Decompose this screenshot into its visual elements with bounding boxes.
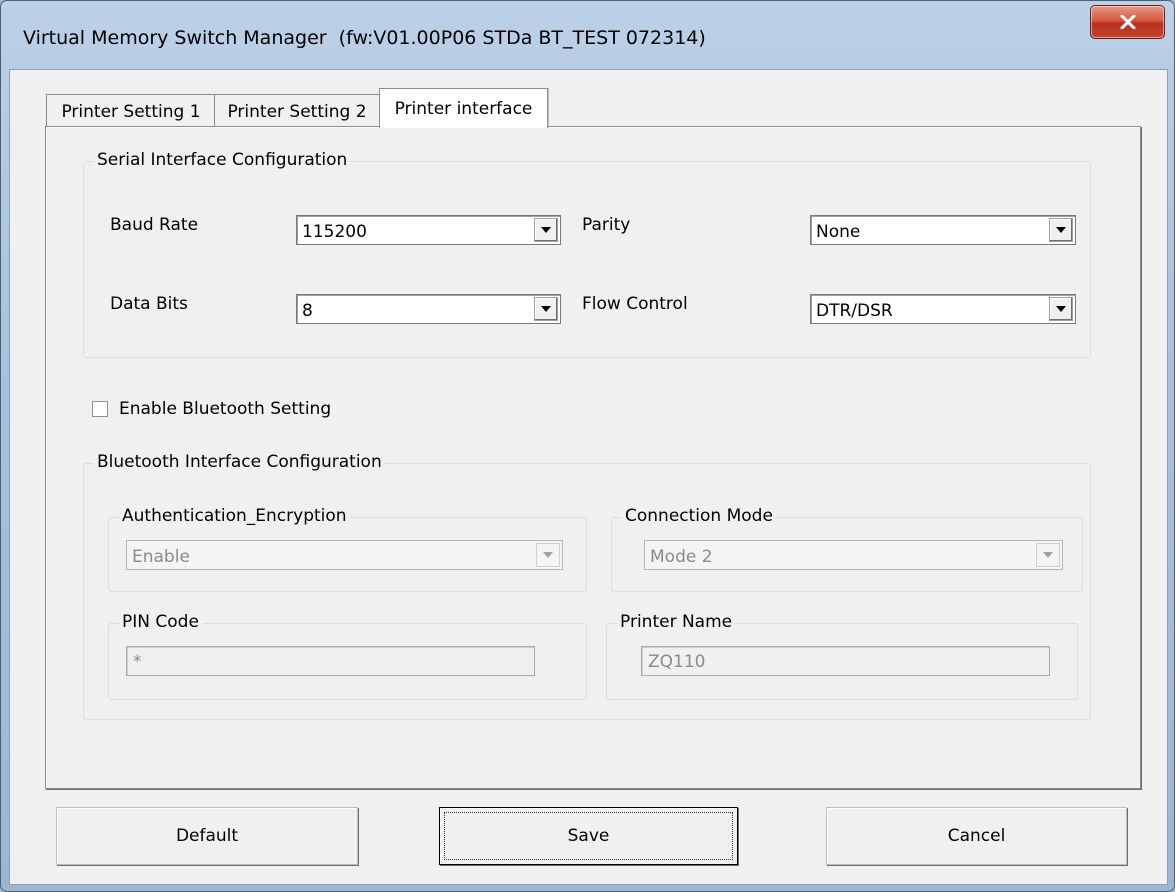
chevron-down-icon [1056, 227, 1066, 233]
chevron-down-icon [1043, 552, 1053, 558]
enable-bluetooth-checkbox-row[interactable]: Enable Bluetooth Setting [92, 399, 331, 419]
serial-interface-group: Serial Interface Configuration Baud Rate… [83, 150, 1091, 358]
cancel-button[interactable]: Cancel [826, 807, 1127, 865]
tab-printer-interface[interactable]: Printer interface [379, 88, 548, 128]
flow-control-dropdown-button[interactable] [1049, 297, 1073, 321]
focus-ring [444, 812, 733, 860]
data-bits-dropdown-button[interactable] [534, 297, 558, 321]
auth-encryption-group: Authentication_Encryption Enable [108, 506, 587, 592]
data-bits-select[interactable]: 8 [296, 294, 561, 324]
printer-name-input[interactable]: ZQ110 [641, 646, 1050, 676]
connection-mode-select[interactable]: Mode 2 [644, 540, 1063, 570]
printer-interface-panel: Serial Interface Configuration Baud Rate… [45, 126, 1141, 789]
bluetooth-interface-group: Bluetooth Interface Configuration Authen… [83, 452, 1091, 720]
baud-rate-dropdown-button[interactable] [534, 218, 558, 242]
pin-code-value: * [133, 652, 142, 672]
printer-name-label: Printer Name [617, 612, 736, 632]
default-button-label: Default [175, 826, 239, 846]
flow-control-select[interactable]: DTR/DSR [810, 294, 1076, 324]
tab-printer-setting-2[interactable]: Printer Setting 2 [214, 94, 380, 128]
parity-label: Parity [582, 215, 631, 235]
parity-value: None [816, 222, 861, 242]
chevron-down-icon [1056, 306, 1066, 312]
tab-label: Printer interface [394, 98, 533, 119]
parity-select[interactable]: None [810, 215, 1076, 245]
connection-mode-value: Mode 2 [650, 547, 713, 567]
chevron-down-icon [541, 306, 551, 312]
pin-code-label: PIN Code [119, 612, 202, 632]
printer-name-value: ZQ110 [648, 652, 706, 672]
enable-bluetooth-checkbox[interactable] [92, 401, 108, 417]
firmware-version: (fw:V01.00P06 STDa BT_TEST 072314) [338, 27, 706, 49]
data-bits-label: Data Bits [110, 294, 188, 314]
close-icon [1120, 15, 1135, 29]
connection-mode-group: Connection Mode Mode 2 [611, 506, 1083, 592]
title-bar[interactable]: Virtual Memory Switch Manager (fw:V01.00… [1, 1, 1174, 69]
data-bits-value: 8 [302, 301, 313, 321]
baud-rate-label: Baud Rate [110, 215, 199, 235]
chevron-down-icon [541, 227, 551, 233]
dialog-client-area: Printer Setting 1 Printer Setting 2 Prin… [9, 69, 1168, 885]
pin-code-input[interactable]: * [126, 646, 535, 676]
connection-mode-dropdown-button[interactable] [1036, 543, 1060, 567]
default-button[interactable]: Default [56, 807, 358, 865]
serial-group-label: Serial Interface Configuration [94, 150, 351, 170]
close-button[interactable] [1090, 5, 1165, 39]
tab-label: Printer Setting 1 [61, 101, 201, 122]
auth-encryption-value: Enable [132, 547, 190, 567]
tab-printer-setting-1[interactable]: Printer Setting 1 [46, 94, 216, 128]
connection-mode-label: Connection Mode [622, 506, 776, 526]
chevron-down-icon [543, 552, 553, 558]
baud-rate-select[interactable]: 115200 [296, 215, 561, 245]
baud-rate-value: 115200 [302, 222, 367, 242]
main-window: Virtual Memory Switch Manager (fw:V01.00… [0, 0, 1175, 892]
tab-label: Printer Setting 2 [227, 101, 367, 122]
auth-encryption-label: Authentication_Encryption [119, 506, 350, 526]
pin-code-group: PIN Code * [108, 612, 587, 700]
enable-bluetooth-label: Enable Bluetooth Setting [119, 399, 332, 419]
flow-control-label: Flow Control [582, 294, 688, 314]
parity-dropdown-button[interactable] [1049, 218, 1073, 242]
printer-name-group: Printer Name ZQ110 [606, 612, 1078, 700]
bluetooth-group-label: Bluetooth Interface Configuration [94, 452, 385, 472]
save-button[interactable]: Save [439, 807, 738, 865]
auth-encryption-dropdown-button[interactable] [536, 543, 560, 567]
flow-control-value: DTR/DSR [816, 301, 893, 321]
cancel-button-label: Cancel [947, 826, 1006, 846]
window-title: Virtual Memory Switch Manager (fw:V01.00… [23, 27, 706, 49]
auth-encryption-select[interactable]: Enable [126, 540, 563, 570]
